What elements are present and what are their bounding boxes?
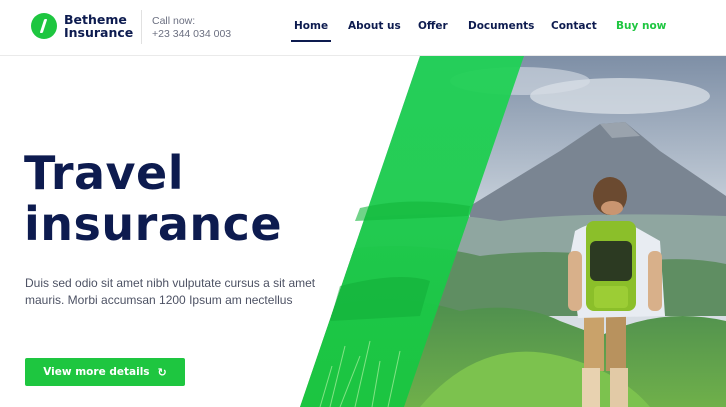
refresh-icon: ↻ <box>157 365 167 379</box>
nav-buy-now[interactable]: Buy now <box>616 20 666 32</box>
nav-about[interactable]: About us <box>348 20 401 32</box>
nav-home[interactable]: Home <box>290 20 332 42</box>
hero-section: Travel insurance Duis sed odio sit amet … <box>0 56 726 407</box>
nav-contact[interactable]: Contact <box>551 20 597 32</box>
hero-image <box>0 56 726 407</box>
nav-offer[interactable]: Offer <box>418 20 448 32</box>
view-details-button[interactable]: View more details ↻ <box>25 358 185 386</box>
main-nav: Home About us Offer Documents Contact Bu… <box>0 0 726 56</box>
site-header: Betheme Insurance Call now: +23 344 034 … <box>0 0 726 56</box>
view-details-label: View more details <box>43 366 150 378</box>
nav-documents[interactable]: Documents <box>468 20 534 32</box>
